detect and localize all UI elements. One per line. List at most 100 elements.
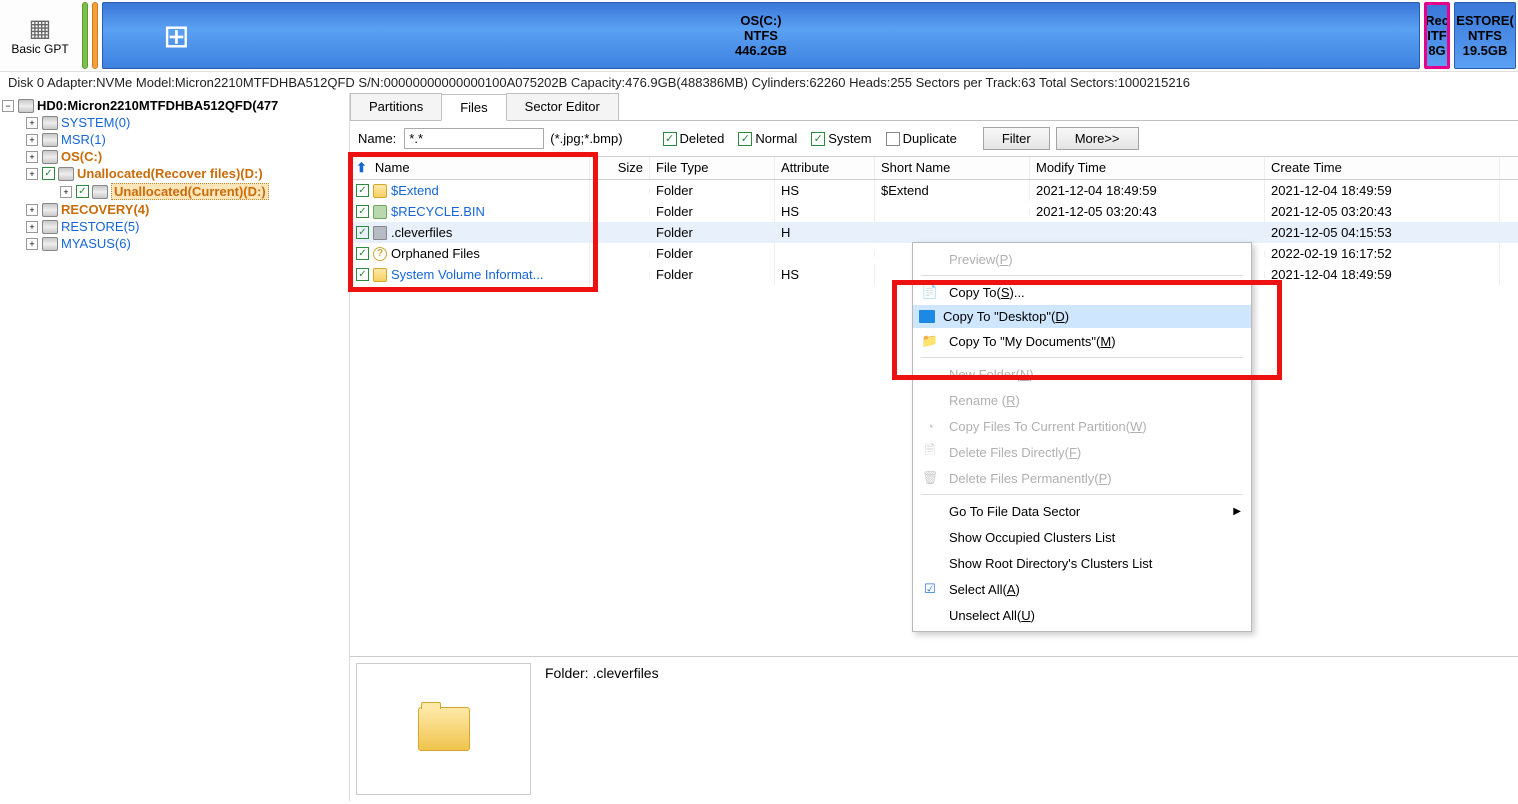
table-row[interactable]: ✓$RECYCLE.BINFolderHS2021-12-05 03:20:43…	[350, 201, 1518, 222]
tree-item-label: MSR(1)	[61, 132, 106, 147]
tree-item[interactable]: +OS(C:)	[2, 148, 347, 165]
ctx-unselect-all[interactable]: Unselect All(U)	[913, 602, 1251, 628]
tab-files[interactable]: Files	[441, 94, 506, 121]
tab-sector-editor[interactable]: Sector Editor	[506, 93, 619, 120]
ctx-goto-sector[interactable]: Go To File Data Sector▶	[913, 498, 1251, 524]
basic-gpt-button[interactable]: ▦ Basic GPT	[0, 0, 80, 71]
chip-icon: ▦	[29, 14, 52, 43]
table-row[interactable]: ✓.cleverfilesFolderH2021-12-05 04:15:53	[350, 222, 1518, 243]
name-filter-input[interactable]	[404, 128, 544, 149]
context-menu: Preview(P) 📄 Copy To(S)... Copy To "Desk…	[912, 242, 1252, 632]
tree-item-label: Unallocated(Current)(D:)	[111, 183, 269, 200]
partition-restore[interactable]: ESTORE( NTFS 19.5GB	[1454, 2, 1516, 69]
col-short[interactable]: Short Name	[875, 157, 1030, 179]
partition-icon	[42, 116, 58, 130]
tree-expander[interactable]: +	[26, 151, 38, 163]
tree-expander[interactable]: +	[26, 204, 38, 216]
deleted-checkbox[interactable]: ✓	[663, 132, 677, 146]
col-type[interactable]: File Type	[650, 157, 775, 179]
row-checkbox[interactable]: ✓	[356, 268, 369, 281]
tree-expander[interactable]: +	[26, 117, 38, 129]
file-type-icon	[373, 205, 387, 219]
submenu-arrow-icon: ▶	[1233, 506, 1241, 517]
folder-icon	[418, 707, 470, 751]
row-checkbox[interactable]: ✓	[356, 184, 369, 197]
tree-expander[interactable]: +	[26, 168, 38, 180]
check-icon: ☑	[919, 580, 941, 598]
tree-item[interactable]: + RESTORE(5)	[2, 218, 347, 235]
tree-item[interactable]: +✓Unallocated(Recover files)(D:)	[2, 165, 347, 182]
name-filter-label: Name:	[358, 131, 396, 146]
tree-checkbox[interactable]: ✓	[76, 185, 89, 198]
partition-icon	[92, 185, 108, 199]
partition-system-sliver[interactable]	[82, 2, 88, 69]
ctx-copy-to[interactable]: 📄 Copy To(S)...	[913, 279, 1251, 305]
duplicate-checkbox[interactable]	[886, 132, 900, 146]
tree-item[interactable]: + ✓ Unallocated(Current)(D:)	[2, 182, 347, 201]
tree-expander[interactable]: +	[26, 134, 38, 146]
file-type-icon: ?	[373, 247, 387, 261]
tree-item-label: SYSTEM(0)	[61, 115, 130, 130]
col-ctime[interactable]: Create Time	[1265, 157, 1500, 179]
tree-expander[interactable]: +	[26, 221, 38, 233]
row-checkbox[interactable]: ✓	[356, 205, 369, 218]
file-type-icon	[373, 226, 387, 240]
up-folder-icon[interactable]: ⬆	[356, 160, 367, 175]
tree-item[interactable]: + MSR(1)	[2, 131, 347, 148]
file-list-header: ⬆Name Size File Type Attribute Short Nam…	[350, 156, 1518, 180]
col-size[interactable]: Size	[590, 157, 650, 179]
ctx-select-all[interactable]: ☑Select All(A)	[913, 576, 1251, 602]
ctx-new-folder: New Folder(N)	[913, 361, 1251, 387]
file-type-icon	[373, 184, 387, 198]
partition-icon	[58, 167, 74, 181]
tab-partitions[interactable]: Partitions	[350, 93, 442, 120]
row-checkbox[interactable]: ✓	[356, 247, 369, 260]
windows-logo-icon: ⊞	[163, 17, 190, 55]
more-button[interactable]: More>>	[1056, 127, 1139, 150]
col-name[interactable]: ⬆Name	[350, 157, 590, 179]
preview-icon	[919, 250, 941, 268]
tree-item[interactable]: +RECOVERY(4)	[2, 201, 347, 218]
delete-icon: 🗎	[919, 443, 941, 461]
tree-item-label: RESTORE(5)	[61, 219, 140, 234]
tabs: Partitions Files Sector Editor	[350, 93, 1518, 121]
tree-expander[interactable]: +	[60, 186, 72, 198]
normal-checkbox[interactable]: ✓	[738, 132, 752, 146]
col-mtime[interactable]: Modify Time	[1030, 157, 1265, 179]
filter-hint: (*.jpg;*.bmp)	[550, 131, 622, 146]
tree-expander[interactable]: −	[2, 100, 14, 112]
col-attr[interactable]: Attribute	[775, 157, 875, 179]
file-name: $RECYCLE.BIN	[391, 204, 485, 219]
system-checkbox[interactable]: ✓	[811, 132, 825, 146]
disk-tree: − HD0:Micron2210MTFDHBA512QFD(477 + SYSTE…	[0, 93, 350, 801]
file-name: Orphaned Files	[391, 246, 480, 261]
preview-thumbnail	[356, 663, 531, 795]
partition-os[interactable]: ⊞ OS(C:) NTFS 446.2GB	[102, 2, 1420, 69]
tree-item[interactable]: + SYSTEM(0)	[2, 114, 347, 131]
table-row[interactable]: ✓$ExtendFolderHS$Extend2021-12-04 18:49:…	[350, 180, 1518, 201]
ctx-copy-desktop[interactable]: Copy To "Desktop"(D)	[913, 305, 1251, 328]
row-checkbox[interactable]: ✓	[356, 226, 369, 239]
partition-os-size: 446.2GB	[735, 43, 787, 58]
tree-checkbox[interactable]: ✓	[42, 167, 55, 180]
tree-item[interactable]: +MYASUS(6)	[2, 235, 347, 252]
ctx-show-root-clusters[interactable]: Show Root Directory's Clusters List	[913, 550, 1251, 576]
delete-perm-icon: 🗑	[919, 469, 941, 487]
ctx-show-clusters[interactable]: Show Occupied Clusters List	[913, 524, 1251, 550]
partition-msr-sliver[interactable]	[92, 2, 98, 69]
partition-map: ⊞ OS(C:) NTFS 446.2GB Rec ITF 8G ESTORE(…	[80, 0, 1518, 71]
preview-info: Folder: .cleverfiles	[537, 657, 667, 801]
ctx-delete-direct: 🗎Delete Files Directly(F)	[913, 439, 1251, 465]
tree-root[interactable]: − HD0:Micron2210MTFDHBA512QFD(477	[2, 97, 347, 114]
partition-icon	[42, 237, 58, 251]
disk-info-bar: Disk 0 Adapter:NVMe Model:Micron2210MTFD…	[0, 72, 1518, 93]
tree-expander[interactable]: +	[26, 238, 38, 250]
file-name: System Volume Informat...	[391, 267, 543, 282]
filter-button[interactable]: Filter	[983, 127, 1050, 150]
partition-icon	[42, 220, 58, 234]
ctx-copy-documents[interactable]: 📁 Copy To "My Documents"(M)	[913, 328, 1251, 354]
ctx-preview: Preview(P)	[913, 246, 1251, 272]
copy-to-icon: 📄	[919, 283, 941, 301]
partition-recovery-sliver[interactable]: Rec ITF 8G	[1424, 2, 1450, 69]
partition-icon	[42, 133, 58, 147]
